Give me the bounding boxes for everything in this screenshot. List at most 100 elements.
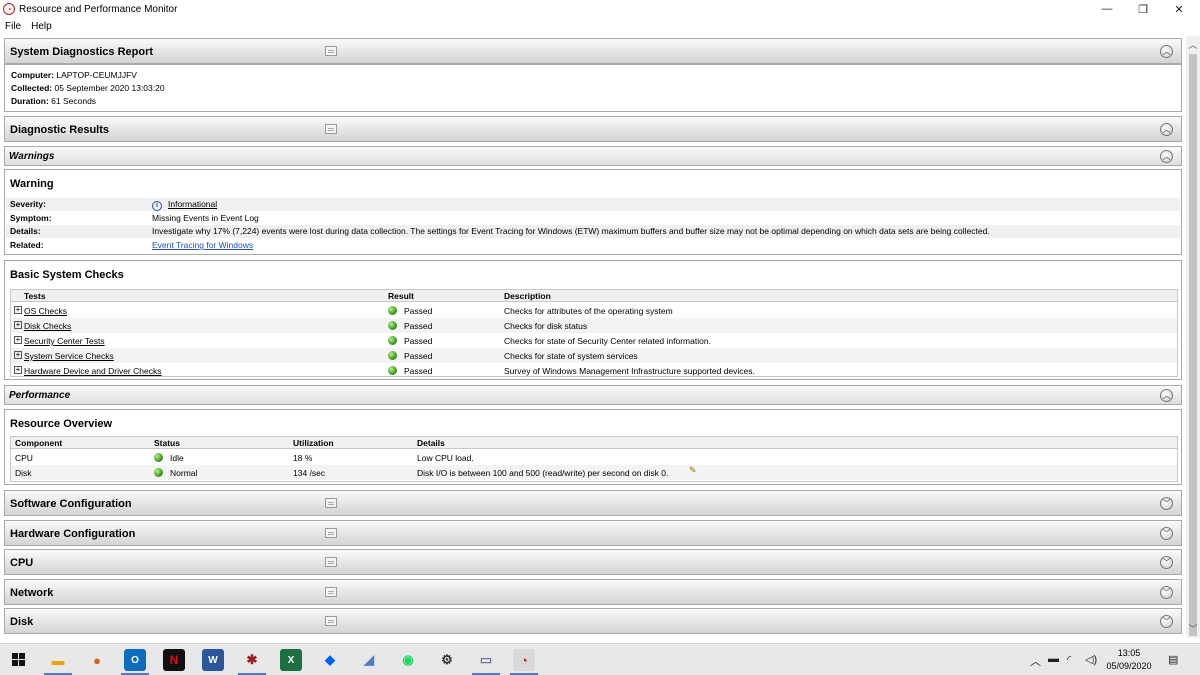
netflix-icon[interactable]: N [163,649,185,671]
settings-gear-icon[interactable]: ⚙ [436,649,458,671]
collapse-icon[interactable]: ︿ [1160,45,1173,58]
report-info-panel: Computer: LAPTOP-CEUMJJFV Collected: 05 … [4,64,1182,112]
subsection-performance[interactable]: Performance ︿ [4,385,1182,405]
file-explorer-icon[interactable]: ▬ [47,649,69,671]
app-icon: ◔ [3,3,15,15]
severity-link[interactable]: Informational [168,199,217,209]
vertical-scrollbar[interactable]: ︿ ﹀ [1186,36,1200,638]
related-link[interactable]: Event Tracing for Windows [152,240,253,250]
expand-icon[interactable]: ﹀ [1160,556,1173,569]
section-title: Network [10,587,54,599]
scroll-thumb[interactable] [1189,54,1197,636]
table-row: CPU Idle 18 % Low CPU load. [11,450,1177,465]
firefox-icon[interactable]: ● [86,649,108,671]
whatsapp-icon[interactable]: ◉ [397,649,419,671]
excel-icon[interactable]: X [280,649,302,671]
section-title: CPU [10,557,34,569]
windows-start-icon[interactable] [8,649,30,671]
section-diagnostic-results[interactable]: Diagnostic Results ︿ [4,116,1182,142]
word-icon[interactable]: W [202,649,224,671]
scroll-up-icon[interactable]: ︿ [1186,38,1200,52]
description-value: Checks for attributes of the operating s… [504,306,673,316]
section-title: Diagnostic Results [10,124,110,136]
collapse-icon[interactable]: ︿ [1160,123,1173,136]
column-component: Component [15,438,63,448]
collapse-icon[interactable]: ︿ [1160,150,1173,163]
note-icon[interactable]: ✎ [689,465,697,476]
test-link[interactable]: System Service Checks [24,351,114,361]
info-icon: i [152,201,162,211]
maximize-button[interactable]: ❐ [1126,0,1160,18]
description-value: Checks for state of system services [504,351,638,361]
menu-file[interactable]: File [0,21,26,32]
expand-icon[interactable]: + [14,306,22,314]
severity-label: Severity: [10,199,46,209]
scroll-down-icon[interactable]: ﹀ [1186,622,1200,636]
utilization-value: 18 % [293,453,313,463]
section-summary-icon[interactable] [325,557,337,567]
close-button[interactable]: ✕ [1162,0,1196,18]
expand-icon[interactable]: + [14,366,22,374]
section-system-diagnostics-report[interactable]: System Diagnostics Report ︿ [4,38,1182,64]
expand-icon[interactable]: + [14,351,22,359]
column-tests: Tests [24,291,46,301]
section-summary-icon[interactable] [325,587,337,597]
column-description: Description [504,291,551,301]
section-summary-icon[interactable] [325,498,337,508]
computer-label: Computer: [11,70,54,80]
warning-severity-row: Severity: i Informational [6,198,1180,211]
section-summary-icon[interactable] [325,124,337,134]
test-link[interactable]: Hardware Device and Driver Checks [24,366,161,376]
expand-icon[interactable]: ﹀ [1160,497,1173,510]
notifications-icon[interactable]: ▤ [1168,653,1178,666]
section-hardware-configuration[interactable]: Hardware Configuration ﹀ [4,520,1182,546]
table-row: + Hardware Device and Driver Checks Pass… [11,363,1177,378]
details-label: Details: [10,226,41,236]
basic-checks-table: Tests Result Description + OS Checks Pas… [10,289,1178,377]
computer-value: LAPTOP-CEUMJJFV [56,70,137,80]
collapse-icon[interactable]: ︿ [1160,389,1173,402]
section-cpu[interactable]: CPU ﹀ [4,549,1182,575]
resource-monitor-icon[interactable]: ◔ [513,649,535,671]
duration-label: Duration: [11,96,49,106]
clock[interactable]: 13:05 05/09/2020 [1104,647,1154,673]
expand-icon[interactable]: + [14,321,22,329]
menu-help[interactable]: Help [26,21,57,32]
window-titlebar: ◔ Resource and Performance Monitor — ❐ ✕ [0,0,1200,18]
volume-icon[interactable]: ◁) [1085,653,1097,666]
collected-label: Collected: [11,83,53,93]
expand-icon[interactable]: + [14,336,22,344]
expand-icon[interactable]: ﹀ [1160,527,1173,540]
test-link[interactable]: Security Center Tests [24,336,105,346]
symptom-value: Missing Events in Event Log [152,213,259,223]
expand-icon[interactable]: ﹀ [1160,615,1173,628]
details-value: Low CPU load. [417,453,474,463]
resource-overview-panel: Resource Overview Component Status Utili… [4,409,1182,485]
minimize-button[interactable]: — [1090,0,1124,18]
section-summary-icon[interactable] [325,616,337,626]
description-value: Checks for state of Security Center rela… [504,336,711,346]
section-software-configuration[interactable]: Software Configuration ﹀ [4,490,1182,516]
subsection-warnings[interactable]: Warnings ︿ [4,146,1182,166]
section-title: Hardware Configuration [10,528,136,540]
game-app-icon[interactable]: ✱ [241,649,263,671]
warning-title: Warning [10,178,54,190]
paint-app-icon[interactable]: ◢ [358,649,380,671]
warning-symptom-row: Symptom: Missing Events in Event Log [6,212,1180,225]
dropbox-icon[interactable]: ◆ [319,649,341,671]
chevron-up-icon[interactable]: ︿ [1030,653,1041,669]
battery-icon[interactable]: ▬ [1048,653,1059,665]
result-value: Passed [404,321,433,331]
test-link[interactable]: OS Checks [24,306,67,316]
section-network[interactable]: Network ﹀ [4,579,1182,605]
section-summary-icon[interactable] [325,46,337,56]
remote-desktop-icon[interactable]: ▭ [475,649,497,671]
wifi-icon[interactable]: ◜ [1067,653,1071,666]
test-link[interactable]: Disk Checks [24,321,71,331]
section-disk[interactable]: Disk ﹀ [4,608,1182,634]
outlook-icon[interactable]: O [124,649,146,671]
symptom-label: Symptom: [10,213,52,223]
expand-icon[interactable]: ﹀ [1160,586,1173,599]
menu-bar: File Help [0,18,1200,34]
section-summary-icon[interactable] [325,528,337,538]
